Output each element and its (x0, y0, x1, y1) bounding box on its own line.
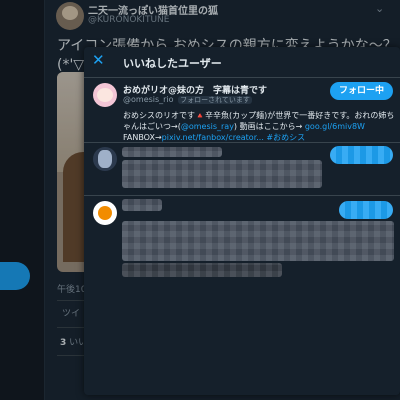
bio-text: FANBOX→ (123, 133, 162, 142)
bio-text: ) 動画はここから→ (233, 122, 305, 131)
blurred-follow-button[interactable] (330, 146, 393, 164)
modal-title: いいねしたユーザー (123, 57, 222, 70)
user-handle-row: @omesis_rio フォローされています (123, 95, 252, 105)
bio-url-link[interactable]: goo.gl/6miv8W (305, 122, 365, 131)
blurred-user-name[interactable] (122, 199, 162, 211)
blurred-user-bio (122, 221, 394, 261)
blurred-user-bio (122, 263, 282, 277)
bio-url-link[interactable]: pixiv.net/fanbox/creator... (162, 133, 264, 142)
user-avatar[interactable] (93, 147, 117, 171)
following-button[interactable]: フォロー中 (330, 82, 393, 100)
liked-by-modal: ✕ いいねしたユーザー おめがリオ@妹の方 字幕は青です @omesis_rio… (84, 47, 400, 395)
user-avatar[interactable] (93, 83, 117, 107)
user-bio: おめシスのリオです🔺辛辛魚(カップ麺)が世界で一番好きです。おれの姉ちゃんはごい… (123, 110, 395, 143)
divider (84, 142, 400, 143)
blurred-user-name[interactable] (122, 147, 222, 157)
user-avatar[interactable] (93, 201, 117, 225)
close-icon[interactable]: ✕ (92, 53, 105, 68)
blurred-user-bio (122, 160, 322, 188)
modal-header: ✕ いいねしたユーザー (84, 47, 400, 78)
blurred-follow-button[interactable] (339, 201, 393, 219)
follows-you-badge: フォローされています (178, 96, 252, 104)
divider (84, 195, 400, 196)
user-handle[interactable]: @omesis_rio (123, 95, 174, 104)
bio-hashtag-link[interactable]: #おめシス (264, 133, 305, 142)
bio-mention-link[interactable]: @omesis_ray (181, 122, 234, 131)
